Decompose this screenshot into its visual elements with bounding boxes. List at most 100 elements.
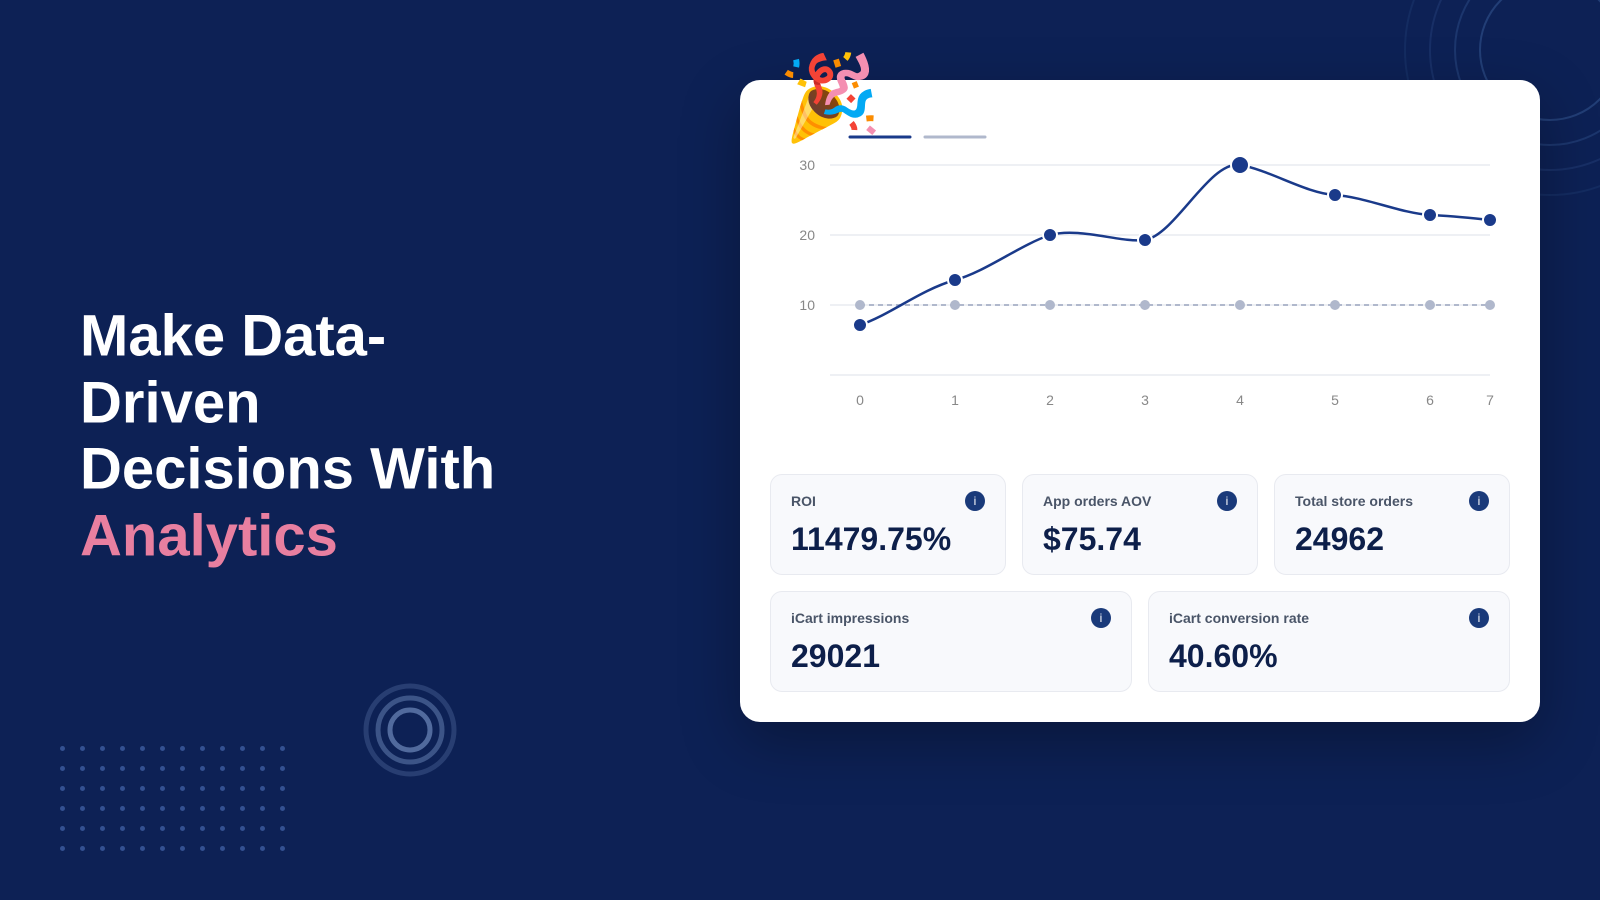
svg-text:0: 0 bbox=[856, 392, 864, 408]
hero-title-line2: Decisions With bbox=[80, 437, 495, 502]
bg-dot bbox=[140, 846, 145, 851]
bg-dot bbox=[80, 746, 85, 751]
bg-dot bbox=[220, 766, 225, 771]
bg-dot bbox=[120, 846, 125, 851]
conversion-label: iCart conversion rate bbox=[1169, 610, 1309, 626]
bg-dot bbox=[100, 746, 105, 751]
bg-dot bbox=[200, 826, 205, 831]
bg-dot bbox=[60, 786, 65, 791]
svg-text:4: 4 bbox=[1236, 392, 1244, 408]
bg-dot bbox=[280, 746, 285, 751]
total-orders-label: Total store orders bbox=[1295, 493, 1413, 509]
metrics-row1: ROI i 11479.75% App orders AOV i $75.74 … bbox=[770, 474, 1510, 575]
bg-dot bbox=[120, 826, 125, 831]
bg-dot bbox=[140, 826, 145, 831]
bg-dot bbox=[160, 846, 165, 851]
bg-dot bbox=[220, 786, 225, 791]
hero-title: Make Data-Driven Decisions With Analytic… bbox=[80, 303, 540, 570]
dashboard-wrapper: 🎉 30 20 10 0 1 2 3 4 5 6 bbox=[740, 80, 1540, 722]
metric-card-impressions: iCart impressions i 29021 bbox=[770, 591, 1132, 692]
bg-dot bbox=[80, 766, 85, 771]
bg-dot bbox=[160, 806, 165, 811]
bg-dot bbox=[220, 806, 225, 811]
bg-dot bbox=[60, 826, 65, 831]
bg-dot bbox=[120, 746, 125, 751]
bg-dot bbox=[140, 806, 145, 811]
svg-text:10: 10 bbox=[799, 297, 815, 313]
bg-dot bbox=[260, 826, 265, 831]
svg-text:7: 7 bbox=[1486, 392, 1494, 408]
bg-dot bbox=[100, 766, 105, 771]
bg-dot bbox=[280, 826, 285, 831]
bg-dot bbox=[60, 766, 65, 771]
bg-dot bbox=[240, 826, 245, 831]
aov-value: $75.74 bbox=[1043, 521, 1237, 558]
bg-dot bbox=[140, 786, 145, 791]
impressions-info-icon[interactable]: i bbox=[1091, 608, 1111, 628]
metrics-row2: iCart impressions i 29021 iCart conversi… bbox=[770, 591, 1510, 692]
bg-dot bbox=[260, 846, 265, 851]
bg-dot bbox=[260, 786, 265, 791]
line-chart: 30 20 10 0 1 2 3 4 5 6 7 bbox=[770, 110, 1510, 450]
bg-dot bbox=[120, 806, 125, 811]
metric-card-roi: ROI i 11479.75% bbox=[770, 474, 1006, 575]
bg-dot bbox=[80, 846, 85, 851]
hero-section: Make Data-Driven Decisions With Analytic… bbox=[80, 303, 540, 570]
bg-dot bbox=[180, 846, 185, 851]
ring-decoration bbox=[360, 680, 460, 780]
bg-dot bbox=[220, 846, 225, 851]
conversion-value: 40.60% bbox=[1169, 638, 1489, 675]
confetti-emoji: 🎉 bbox=[776, 46, 883, 148]
bg-dot bbox=[140, 766, 145, 771]
bg-dot bbox=[80, 786, 85, 791]
bg-dot bbox=[60, 846, 65, 851]
bg-dot bbox=[180, 786, 185, 791]
bg-dot bbox=[60, 806, 65, 811]
bg-dot bbox=[120, 786, 125, 791]
bg-dot bbox=[280, 806, 285, 811]
total-orders-info-icon[interactable]: i bbox=[1469, 491, 1489, 511]
bg-dot bbox=[80, 806, 85, 811]
aov-info-icon[interactable]: i bbox=[1217, 491, 1237, 511]
bg-dot bbox=[160, 746, 165, 751]
bg-dot bbox=[220, 826, 225, 831]
conversion-info-icon[interactable]: i bbox=[1469, 608, 1489, 628]
bg-dot bbox=[80, 826, 85, 831]
svg-text:6: 6 bbox=[1426, 392, 1434, 408]
bg-dot bbox=[200, 766, 205, 771]
svg-text:1: 1 bbox=[951, 392, 959, 408]
hero-title-highlight: Analytics bbox=[80, 503, 338, 568]
bg-dot bbox=[200, 786, 205, 791]
bg-dot bbox=[180, 806, 185, 811]
bg-dot bbox=[200, 806, 205, 811]
total-orders-value: 24962 bbox=[1295, 521, 1489, 558]
bg-dot bbox=[180, 766, 185, 771]
roi-value: 11479.75% bbox=[791, 521, 985, 558]
bg-dot bbox=[160, 826, 165, 831]
bg-dot bbox=[60, 746, 65, 751]
bg-dot bbox=[280, 766, 285, 771]
svg-text:2: 2 bbox=[1046, 392, 1054, 408]
chart-area: 30 20 10 0 1 2 3 4 5 6 7 bbox=[770, 110, 1510, 450]
hero-title-line1: Make Data-Driven bbox=[80, 303, 386, 435]
bg-dot bbox=[140, 746, 145, 751]
bg-dot bbox=[200, 846, 205, 851]
bg-dot bbox=[180, 826, 185, 831]
bg-dot bbox=[160, 786, 165, 791]
bg-dot bbox=[180, 746, 185, 751]
metric-card-total-orders: Total store orders i 24962 bbox=[1274, 474, 1510, 575]
bg-dot-grid: // Dots will be generated by JS below bbox=[60, 746, 294, 860]
svg-text:3: 3 bbox=[1141, 392, 1149, 408]
roi-info-icon[interactable]: i bbox=[965, 491, 985, 511]
aov-label: App orders AOV bbox=[1043, 493, 1151, 509]
metric-card-aov: App orders AOV i $75.74 bbox=[1022, 474, 1258, 575]
svg-text:30: 30 bbox=[799, 157, 815, 173]
bg-dot bbox=[240, 746, 245, 751]
bg-dot bbox=[160, 766, 165, 771]
bg-dot bbox=[240, 846, 245, 851]
impressions-label: iCart impressions bbox=[791, 610, 909, 626]
roi-label: ROI bbox=[791, 493, 816, 509]
svg-text:5: 5 bbox=[1331, 392, 1339, 408]
bg-dot bbox=[100, 786, 105, 791]
metric-card-conversion: iCart conversion rate i 40.60% bbox=[1148, 591, 1510, 692]
